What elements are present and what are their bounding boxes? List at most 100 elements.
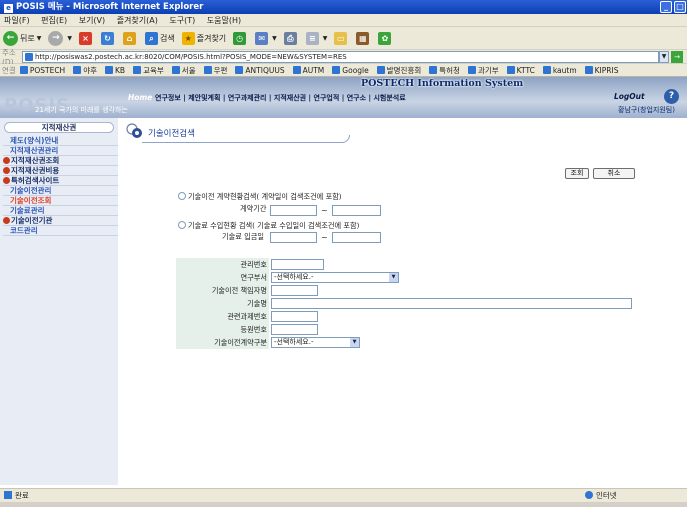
contract-type-select[interactable]: -선택하세요.- ▼ — [271, 337, 360, 348]
tech-name-input[interactable] — [271, 298, 632, 309]
link-item[interactable]: POSTECH — [19, 65, 66, 75]
edit-button[interactable]: ≡ ▼ — [305, 31, 328, 45]
minimize-button[interactable]: _ — [660, 1, 672, 13]
stop-button[interactable]: × — [78, 31, 94, 45]
system-title: POSTECH Information System — [361, 78, 524, 89]
sidebar-header: 지적재산권 — [4, 122, 114, 133]
reg-no-input[interactable] — [271, 324, 318, 335]
edit-dropdown-icon[interactable]: ▼ — [323, 35, 328, 42]
menu-help[interactable]: 도움말(H) — [207, 16, 241, 25]
dept-label: 연구부서 — [176, 271, 269, 284]
sidebar-item-label: 기술료관리 — [10, 206, 45, 215]
print-icon: ⎙ — [283, 31, 297, 45]
maximize-button[interactable]: □ — [674, 1, 686, 13]
top-nav[interactable]: 연구정보 | 제안및계획 | 연구과제관리 | 지적재산권 | 연구업적 | 연… — [155, 93, 406, 103]
sidebar-item-label: 코드관리 — [10, 226, 38, 235]
link-icon — [171, 66, 180, 74]
mail-button[interactable]: ✉ ▼ — [255, 31, 277, 45]
help-icon[interactable]: ? — [664, 89, 679, 104]
sidebar-item-code-management[interactable]: 코드관리 — [3, 226, 118, 236]
sidebar-item-transfer-management[interactable]: 기술이전관리 — [3, 186, 118, 196]
sidebar: 지적재산권 제도(양식)안내 지적재산권관리 지적재산권조회 지적재산권비용 특… — [0, 118, 118, 485]
link-icon — [542, 66, 551, 74]
sidebar-item-patent-sites[interactable]: 특허검색사이트 — [3, 176, 118, 186]
link-item[interactable]: 야후 — [73, 65, 97, 76]
link-item[interactable]: 과기부 — [467, 65, 499, 76]
mgmt-no-input[interactable] — [271, 259, 324, 270]
folder-button[interactable]: ▭ — [334, 31, 349, 45]
favorites-button[interactable]: ★ 즐겨찾기 — [181, 31, 227, 45]
home-button[interactable]: ⌂ — [122, 31, 138, 45]
menu-favorites[interactable]: 즐겨찾기(A) — [117, 16, 158, 25]
back-button[interactable]: ← 뒤로 ▼ — [3, 30, 42, 46]
income-radio-label: 기술료 수입현황 검색( 기술료 수입일이 검색조건에 포함) — [188, 221, 360, 230]
link-item[interactable]: Google — [332, 66, 369, 75]
link-item[interactable]: KB — [105, 66, 125, 75]
link-label: 우편 — [213, 65, 228, 75]
link-item[interactable]: 특허청 — [429, 65, 460, 76]
income-start-date-input[interactable] — [270, 232, 317, 243]
print-button[interactable]: ⎙ — [283, 31, 299, 45]
sidebar-item-ip-management[interactable]: 지적재산권관리 — [3, 146, 118, 156]
favorites-label: 즐겨찾기 — [196, 33, 227, 43]
sidebar-item-label: 기술이전기관 — [11, 216, 53, 225]
forward-dropdown-icon[interactable]: ▼ — [67, 35, 72, 42]
back-dropdown-icon[interactable]: ▼ — [37, 35, 42, 42]
messenger-button[interactable]: ✿ — [378, 31, 393, 45]
link-item[interactable]: 서울 — [171, 65, 196, 76]
sidebar-item-ip-search[interactable]: 지적재산권조회 — [3, 156, 118, 166]
link-item[interactable]: 우편 — [203, 65, 228, 76]
menu-tools[interactable]: 도구(T) — [169, 16, 195, 25]
sidebar-item-transfer-agency[interactable]: 기술이전기관 — [3, 216, 118, 226]
security-zone: 인터넷 — [585, 489, 617, 503]
dept-select[interactable]: -선택하세요.- ▼ — [271, 272, 399, 283]
link-item[interactable]: KIPRIS — [584, 66, 618, 75]
forward-button[interactable]: → ▼ — [48, 30, 72, 46]
go-button[interactable]: → — [671, 50, 683, 63]
sidebar-item-guide[interactable]: 제도(양식)안내 — [3, 136, 118, 146]
contract-type-label: 기술이전계약구분 — [176, 336, 269, 349]
sidebar-item-transfer-search[interactable]: 기술이전조회 — [3, 196, 118, 206]
logout-button[interactable]: LogOut — [614, 92, 645, 101]
home-link[interactable]: Home — [128, 93, 152, 102]
menu-edit[interactable]: 편집(E) — [41, 16, 67, 25]
refresh-icon: ↻ — [100, 31, 114, 45]
mail-dropdown-icon[interactable]: ▼ — [272, 35, 277, 42]
site-banner: POSIS POSTECH Information System 21세기 국가… — [0, 77, 687, 118]
link-label: KTTC — [516, 65, 535, 75]
refresh-button[interactable]: ↻ — [100, 31, 116, 45]
link-item[interactable]: KTTC — [506, 65, 535, 75]
link-icon — [292, 66, 301, 74]
address-dropdown-icon[interactable]: ▼ — [659, 50, 669, 63]
research-button[interactable]: ▦ — [356, 31, 371, 45]
link-item[interactable]: ANTIQUUS — [235, 66, 285, 75]
address-input[interactable]: http://posiswas2.postech.ac.kr:8020/COM/… — [22, 50, 659, 63]
sidebar-item-label: 지적재산권비용 — [11, 166, 60, 175]
search-submit-button[interactable]: 조회 — [565, 168, 589, 179]
menu-view[interactable]: 보기(V) — [79, 16, 105, 25]
link-label: POSTECH — [29, 65, 66, 75]
contract-end-date-input[interactable] — [332, 205, 381, 216]
sidebar-item-ip-cost[interactable]: 지적재산권비용 — [3, 166, 118, 176]
search-button[interactable]: ⌕ 검색 — [144, 31, 175, 45]
link-label: KB — [115, 65, 126, 75]
link-item[interactable]: AUTM — [292, 65, 325, 75]
income-search-radio[interactable] — [178, 221, 186, 229]
cancel-button[interactable]: 취소 — [593, 168, 635, 179]
income-end-date-input[interactable] — [332, 232, 381, 243]
link-item[interactable]: 발명진흥회 — [376, 65, 421, 76]
user-info: 황남구(창업지원팀) — [618, 106, 675, 114]
sidebar-item-royalty-management[interactable]: 기술료관리 — [3, 206, 118, 216]
history-button[interactable]: ◷ — [233, 31, 248, 45]
contract-start-date-input[interactable] — [270, 205, 317, 216]
menu-file[interactable]: 파일(F) — [4, 16, 30, 25]
research-icon: ▦ — [356, 31, 370, 45]
responsible-input[interactable] — [271, 285, 318, 296]
project-no-input[interactable] — [271, 311, 318, 322]
contract-search-radio[interactable] — [178, 192, 186, 200]
link-icon — [203, 66, 212, 74]
link-item[interactable]: kautm — [542, 66, 577, 75]
sidebar-item-label: 기술이전관리 — [10, 186, 52, 195]
link-item[interactable]: 교육부 — [133, 65, 164, 76]
link-label: AUTM — [302, 65, 325, 75]
